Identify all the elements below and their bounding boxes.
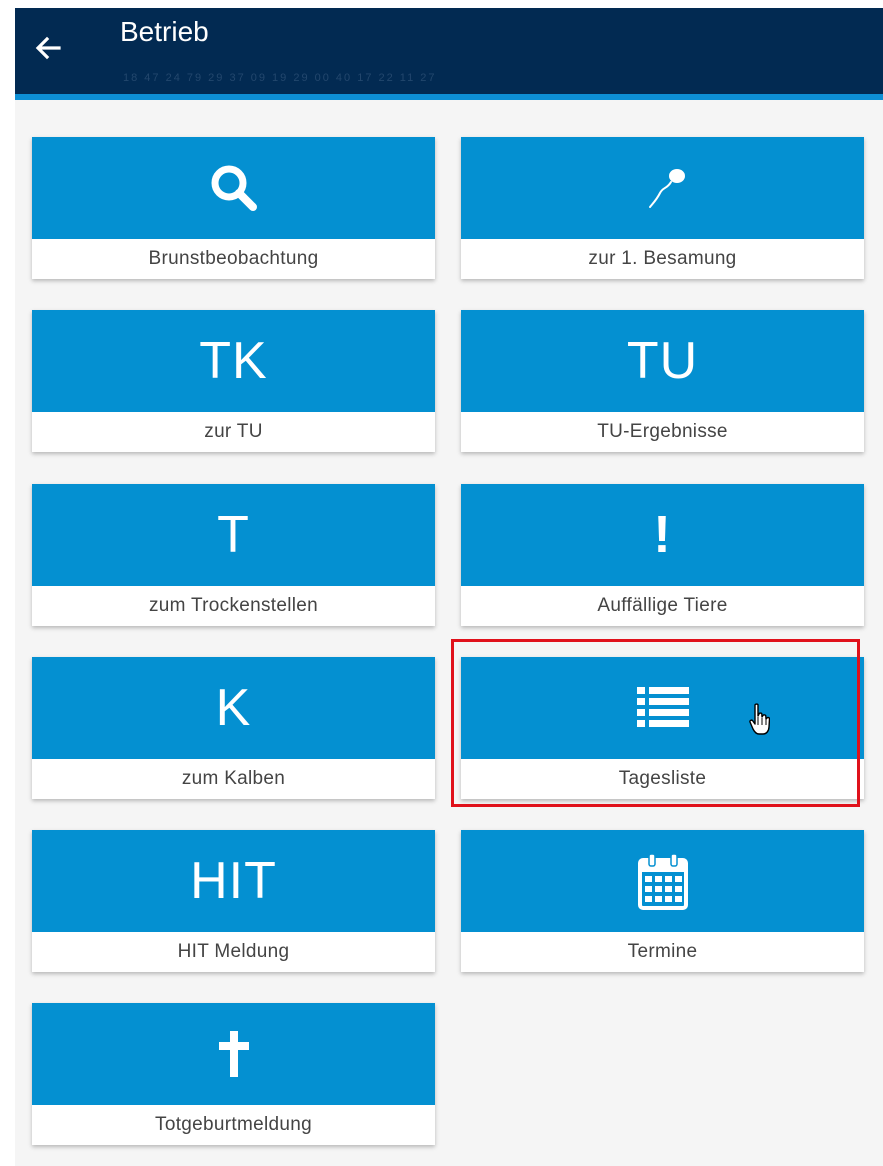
tile-icon-area	[32, 137, 435, 239]
tile-tu-ergebnisse[interactable]: TU TU-Ergebnisse	[461, 310, 864, 452]
tile-zum-kalben[interactable]: K zum Kalben	[32, 657, 435, 799]
tile-label: zur TU	[204, 421, 263, 442]
tile-label: zum Kalben	[181, 768, 286, 789]
tile-icon-area	[461, 657, 864, 759]
tile-tagesliste[interactable]: Tagesliste	[461, 657, 864, 799]
tile-zur-tu[interactable]: TK zur TU	[32, 310, 435, 452]
tile-icon-area: TK	[32, 310, 435, 412]
tile-zum-trockenstellen[interactable]: T zum Trockenstellen	[32, 484, 435, 626]
tile-label: zur 1. Besamung	[588, 248, 737, 269]
tile-zur-1-besamung[interactable]: zur 1. Besamung	[461, 137, 864, 279]
tile-label: TU-Ergebnisse	[597, 421, 728, 442]
tile-icon-area	[461, 137, 864, 239]
tile-auffaellige-tiere[interactable]: ! Auffällige Tiere	[461, 484, 864, 626]
tile-label: Totgeburtmeldung	[155, 1114, 312, 1135]
tile-glyph: T	[217, 506, 250, 564]
tile-label: Brunstbeobachtung	[148, 248, 319, 269]
calendar-icon	[637, 853, 688, 910]
tile-hit-meldung[interactable]: HIT HIT Meldung	[32, 830, 435, 972]
arrow-left-icon[interactable]	[32, 32, 64, 64]
tile-icon-area: K	[32, 657, 435, 759]
tile-icon-area	[32, 1003, 435, 1105]
tile-termine[interactable]: Termine	[461, 830, 864, 972]
tile-icon-area	[461, 830, 864, 932]
tile-icon-area: HIT	[32, 830, 435, 932]
tile-label: zum Trockenstellen	[148, 595, 319, 616]
page-title: Betrieb	[120, 16, 209, 47]
tile-glyph: K	[215, 679, 252, 737]
tile-glyph: TK	[199, 332, 268, 390]
app-screen: Betrieb 18 47 24 79 29 37 09 19 29 00 40…	[15, 8, 883, 1166]
tile-glyph: HIT	[190, 852, 277, 910]
tile-brunstbeobachtung[interactable]: Brunstbeobachtung	[32, 137, 435, 279]
tile-label: Auffällige Tiere	[597, 595, 728, 616]
sperm-icon	[648, 169, 685, 208]
page-subtitle: 18 47 24 79 29 37 09 19 29 00 40 17 22 1…	[123, 72, 437, 81]
tile-label: HIT Meldung	[177, 941, 290, 962]
hand-pointer-icon	[749, 703, 770, 735]
tile-icon-area: TU	[461, 310, 864, 412]
list-icon	[636, 687, 689, 727]
tile-icon-area: !	[461, 484, 864, 586]
cross-icon	[218, 1031, 249, 1077]
tile-label: Tagesliste	[618, 768, 707, 789]
app-bar: Betrieb 18 47 24 79 29 37 09 19 29 00 40…	[15, 8, 883, 100]
tile-label: Termine	[627, 941, 698, 962]
search-icon	[211, 165, 257, 211]
tile-icon-area: T	[32, 484, 435, 586]
tile-glyph: TU	[626, 332, 699, 390]
exclamation-icon: !	[653, 506, 672, 564]
tile-totgeburtmeldung[interactable]: Totgeburtmeldung	[32, 1003, 435, 1145]
